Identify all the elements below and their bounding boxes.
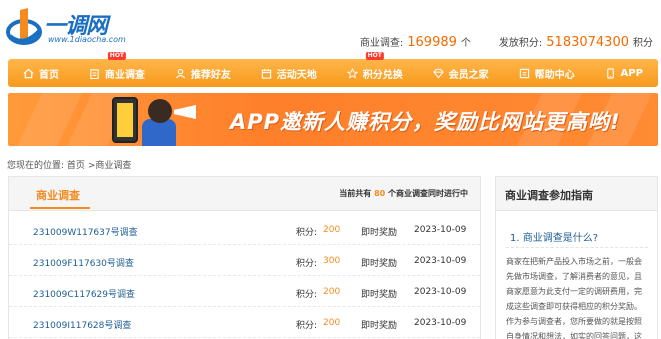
breadcrumb-current: 商业调查 (95, 161, 132, 171)
survey-count-note: 当前共有 80 个商业调查同时进行中 (339, 188, 468, 199)
guide-line: 先做市场调查，了解消费者的意见，且 (506, 272, 642, 281)
nav-item-help[interactable]: 帮助中心 (515, 59, 579, 87)
nav-item-events[interactable]: 活动天地 (257, 59, 321, 87)
help-icon (519, 68, 530, 79)
person-head-illustration (148, 99, 172, 123)
calendar-icon (261, 68, 272, 79)
nav-item-surveys[interactable]: HOT 商业调查 (85, 52, 149, 87)
survey-count-label: 商业调查: (359, 38, 404, 49)
hot-badge: HOT (107, 52, 127, 60)
survey-list-header: 商业调查 当前共有 80 个商业调查同时进行中 (9, 177, 480, 211)
breadcrumb: 您现在的位置: 首页 >商业调查 (7, 158, 131, 171)
main-nav: 首页 HOT 商业调查 推荐好友 活动天地 HOT 积分兑换 会员之家 帮助中心… (8, 52, 658, 87)
survey-points-value: 300 (323, 256, 341, 266)
nav-label: 首页 (38, 69, 59, 81)
survey-reward-type: 即时奖励 (361, 321, 398, 331)
site-header: 一调网 www.1diaocha.com 商业调查: 169989 个 发放积分… (0, 0, 661, 56)
home-icon (23, 68, 34, 79)
survey-name-link[interactable]: 231009C117629号调查 (33, 287, 135, 300)
clipboard-icon (89, 68, 100, 79)
nav-item-refer-friends[interactable]: 推荐好友 (171, 59, 235, 87)
guide-line: 作为参与调查者，您所要做的就是按照 (506, 317, 642, 326)
survey-guide-question[interactable]: 1. 商业调查是什么? (510, 229, 598, 244)
survey-points-value: 200 (323, 287, 341, 297)
guide-line: 商家在把新产品投入市场之前，一般会 (506, 257, 642, 266)
survey-row[interactable]: 231009C117629号调查 积分: 200 即时奖励 2023-10-09 (9, 276, 480, 307)
guide-line: 商家愿意为此支付一定的调研费用，完 (506, 287, 642, 296)
points-count-unit: 积分 (633, 38, 653, 49)
nav-label: 活动天地 (276, 69, 317, 81)
survey-name-link[interactable]: 231009W117637号调查 (33, 225, 138, 238)
nav-item-points-exchange[interactable]: HOT 积分兑换 (343, 52, 407, 87)
nav-label: 推荐好友 (190, 69, 231, 81)
survey-guide-title: 商业调查参加指南 (496, 177, 657, 211)
survey-list-title: 商业调查 (30, 189, 90, 209)
nav-label: 帮助中心 (534, 69, 575, 81)
logo-mark-icon (6, 8, 42, 45)
survey-date: 2023-10-09 (414, 287, 467, 297)
survey-name-link[interactable]: 231009I117628号调查 (33, 318, 131, 331)
banner-text: APP邀新人赚积分，奖励比网站更高哟! (230, 110, 621, 134)
survey-points-label: 积分: (296, 321, 318, 331)
site-logo[interactable]: 一调网 www.1diaocha.com (6, 4, 126, 48)
breadcrumb-prefix: 您现在的位置: (7, 161, 65, 171)
survey-reward-type: 即时奖励 (361, 259, 398, 269)
survey-row[interactable]: 231009W117637号调查 积分: 200 即时奖励 2023-10-09 (9, 214, 480, 245)
survey-list-panel: 商业调查 当前共有 80 个商业调查同时进行中 231009W117637号调查… (8, 176, 481, 339)
survey-note-suffix: 个商业调查同时进行中 (388, 189, 468, 198)
survey-note-count: 80 (374, 189, 386, 198)
megaphone-icon (174, 105, 196, 119)
nav-item-members[interactable]: 会员之家 (429, 59, 493, 87)
nav-label: 积分兑换 (362, 69, 403, 81)
person-illustration (142, 119, 176, 146)
nav-label: APP (620, 67, 643, 79)
survey-guide-body: 商家在把新产品投入市场之前，一般会 先做市场调查，了解消费者的意见，且 商家愿意… (506, 254, 656, 339)
survey-date: 2023-10-09 (414, 225, 467, 235)
nav-item-home[interactable]: 首页 (19, 59, 63, 87)
survey-count-unit: 个 (460, 38, 471, 49)
survey-date: 2023-10-09 (414, 256, 467, 266)
survey-reward-type: 即时奖励 (361, 228, 398, 238)
survey-guide-panel: 商业调查参加指南 1. 商业调查是什么? 商家在把新产品投入市场之前，一般会 先… (495, 176, 658, 339)
guide-line: 成这些调查即可获得相应的积分奖励。 (506, 302, 642, 311)
site-stats: 商业调查: 169989 个 发放积分: 5183074300 积分 (360, 34, 653, 50)
survey-points-label: 积分: (296, 259, 318, 269)
phone-illustration (112, 97, 138, 143)
survey-points-value: 200 (323, 225, 341, 235)
breadcrumb-home-link[interactable]: 首页 (67, 161, 85, 171)
survey-date: 2023-10-09 (414, 318, 467, 328)
survey-row[interactable]: 231009I117628号调查 积分: 200 即时奖励 2023-10-09 (9, 307, 480, 338)
phone-icon (605, 67, 616, 79)
survey-name-link[interactable]: 231009F117630号调查 (33, 256, 134, 269)
nav-label: 会员之家 (448, 69, 489, 81)
nav-label: 商业调查 (104, 69, 145, 81)
survey-points-label: 积分: (296, 290, 318, 300)
diamond-icon (432, 68, 444, 79)
survey-note-prefix: 当前共有 (339, 189, 372, 198)
survey-points-label: 积分: (296, 228, 318, 238)
survey-count-value: 169989 (407, 35, 457, 50)
star-icon (346, 67, 358, 79)
divider (506, 247, 648, 248)
logo-url: www.1diaocha.com (48, 35, 126, 44)
hot-badge: HOT (365, 52, 384, 60)
promo-banner[interactable]: APP邀新人赚积分，奖励比网站更高哟! (8, 93, 658, 146)
survey-row[interactable]: 231009F117630号调查 积分: 300 即时奖励 2023-10-09 (9, 245, 480, 276)
points-count-value: 5183074300 (546, 35, 629, 50)
user-icon (175, 68, 186, 79)
survey-points-value: 200 (323, 318, 341, 328)
survey-reward-type: 即时奖励 (361, 290, 398, 300)
points-count-label: 发放积分: (498, 38, 543, 49)
guide-line: 自身情况和想法，如实的回答问题，这 (506, 332, 642, 339)
nav-item-app[interactable]: APP (601, 59, 647, 87)
